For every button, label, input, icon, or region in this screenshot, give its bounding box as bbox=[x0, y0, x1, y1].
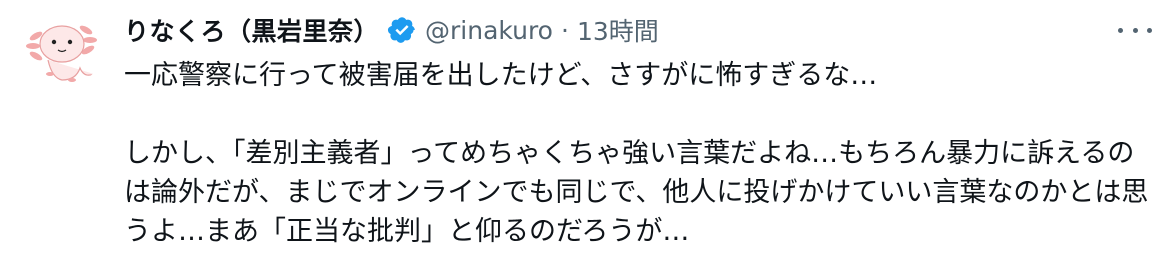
user-handle[interactable]: @rinakuro bbox=[425, 16, 553, 45]
tweet-text: 一応警察に行って被害届を出したけど、さすがに怖すぎるな… しかし、「差別主義者」… bbox=[124, 56, 1154, 251]
display-name[interactable]: りなくろ（黒岩里奈） bbox=[124, 12, 379, 48]
tweet-paragraph: しかし、「差別主義者」ってめちゃくちゃ強い言葉だよね…もちろん暴力に訴えるのは論… bbox=[124, 138, 1149, 247]
axolotl-avatar-icon bbox=[26, 25, 97, 82]
tweet-card[interactable]: りなくろ（黒岩里奈） @rinakuro · 13時間 一応警察に行って被害届を… bbox=[0, 0, 1172, 280]
timestamp[interactable]: 13時間 bbox=[577, 12, 659, 48]
more-options-icon[interactable] bbox=[1118, 16, 1152, 44]
more-dot bbox=[1132, 27, 1138, 33]
tweet-header: りなくろ（黒岩里奈） @rinakuro · 13時間 bbox=[124, 10, 659, 50]
tweet-paragraph: 一応警察に行って被害届を出したけど、さすがに怖すぎるな… bbox=[124, 60, 878, 91]
separator-dot: · bbox=[560, 15, 569, 45]
more-dot bbox=[1118, 27, 1123, 33]
more-dot bbox=[1147, 27, 1152, 33]
avatar[interactable] bbox=[22, 8, 102, 88]
verified-badge-icon[interactable] bbox=[387, 15, 417, 45]
